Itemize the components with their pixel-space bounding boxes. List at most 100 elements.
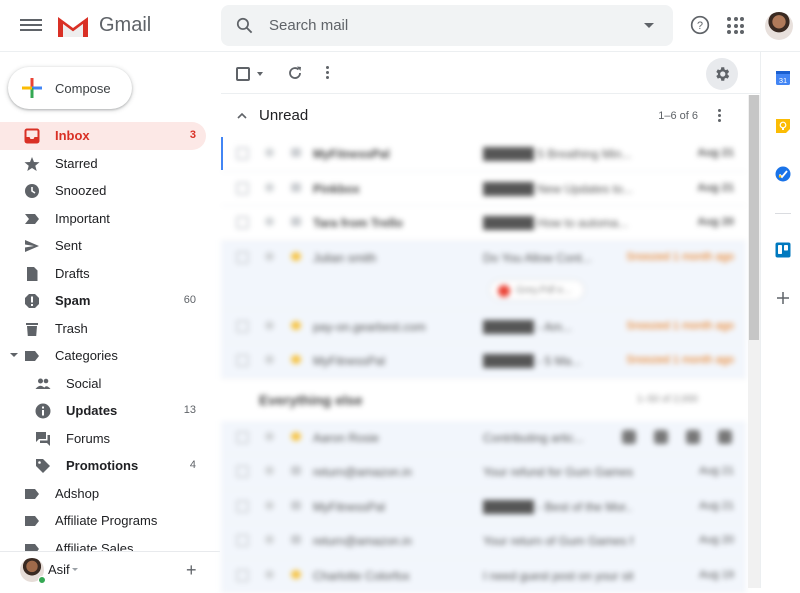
star-toggle-icon[interactable] [265, 466, 274, 475]
important-marker-icon[interactable] [291, 321, 301, 330]
expand-categories-icon[interactable] [10, 353, 18, 357]
row-checkbox[interactable] [236, 431, 249, 444]
sidebar-item-important[interactable]: Important [0, 205, 206, 233]
sidebar-item-categories[interactable]: Categories [0, 342, 206, 370]
row-checkbox[interactable] [236, 320, 249, 333]
sidebar-item-drafts[interactable]: Drafts [0, 260, 206, 288]
star-toggle-icon[interactable] [265, 432, 274, 441]
sidebar-item-trash[interactable]: Trash [0, 315, 206, 343]
sidebar-item-label: Social [66, 376, 101, 391]
gmail-logo-icon[interactable] [56, 13, 90, 39]
important-marker-icon[interactable] [291, 355, 301, 364]
search-bar[interactable] [221, 5, 673, 46]
refresh-icon[interactable] [287, 65, 303, 81]
compose-button[interactable]: Compose [8, 67, 132, 109]
user-name[interactable]: Asif [48, 562, 70, 577]
sidebar-item-inbox[interactable]: Inbox 3 [0, 122, 206, 150]
star-toggle-icon[interactable] [265, 183, 274, 192]
star-toggle-icon[interactable] [265, 570, 274, 579]
section-header-everything-else[interactable]: Everything else 1–50 of 2,000 [221, 379, 746, 421]
star-toggle-icon[interactable] [265, 355, 274, 364]
scrollbar-thumb[interactable] [749, 95, 759, 340]
sidebar-item-promotions[interactable]: Promotions 4 [0, 452, 206, 480]
apps-icon[interactable] [727, 17, 744, 34]
email-row[interactable]: Tara from Trello ██████ How to automa...… [221, 206, 746, 241]
delete-icon[interactable] [654, 430, 668, 444]
main-menu-button[interactable] [20, 16, 42, 36]
add-addon-icon[interactable] [775, 290, 791, 306]
archive-icon[interactable] [622, 430, 636, 444]
settings-button[interactable] [706, 58, 738, 90]
new-conversation-button[interactable]: + [186, 560, 197, 581]
email-row[interactable]: Aaron Rosie Contributing artic... [221, 421, 746, 456]
important-marker-icon[interactable] [291, 148, 301, 157]
star-toggle-icon[interactable] [265, 501, 274, 510]
mark-read-icon[interactable] [686, 430, 700, 444]
snooze-icon[interactable] [718, 430, 732, 444]
email-row[interactable]: return@amazon.in Your refund for Gum Gam… [221, 455, 746, 490]
tasks-icon[interactable] [775, 166, 791, 182]
search-options-icon[interactable] [644, 23, 654, 28]
sender: return@amazon.in [313, 534, 412, 548]
sidebar-item-social[interactable]: Social [0, 370, 206, 398]
email-row[interactable]: MyFitnessPal ██████ - Best of the Mor...… [221, 490, 746, 525]
more-icon[interactable] [326, 66, 330, 81]
account-avatar[interactable] [765, 12, 793, 40]
important-marker-icon[interactable] [291, 535, 301, 544]
email-row[interactable]: Pinkbox ██████ New Updates to... Aug 21 [221, 172, 746, 207]
sidebar-item-spam[interactable]: Spam 60 [0, 287, 206, 315]
row-checkbox[interactable] [236, 569, 249, 582]
calendar-icon[interactable]: 31 [775, 70, 791, 86]
row-checkbox[interactable] [236, 534, 249, 547]
important-marker-icon[interactable] [291, 570, 301, 579]
section-header-unread[interactable]: Unread 1–6 of 6 [221, 95, 746, 137]
sidebar-item-sent[interactable]: Sent [0, 232, 206, 260]
row-checkbox[interactable] [236, 354, 249, 367]
star-toggle-icon[interactable] [265, 252, 274, 261]
sidebar-item-snoozed[interactable]: Snoozed [0, 177, 206, 205]
important-marker-icon[interactable] [291, 466, 301, 475]
star-toggle-icon[interactable] [265, 217, 274, 226]
sender: pay-on.gearbest.com [313, 320, 426, 334]
important-marker-icon[interactable] [291, 501, 301, 510]
message-list-scrollbar[interactable] [748, 95, 760, 588]
star-toggle-icon[interactable] [265, 321, 274, 330]
row-checkbox[interactable] [236, 216, 249, 229]
star-toggle-icon[interactable] [265, 148, 274, 157]
row-checkbox[interactable] [236, 500, 249, 513]
sidebar-item-affiliate-sales[interactable]: Affiliate Sales [0, 535, 206, 553]
keep-icon[interactable] [775, 118, 791, 134]
row-checkbox[interactable] [236, 147, 249, 160]
select-all-checkbox[interactable] [236, 67, 250, 81]
trello-icon[interactable] [775, 242, 791, 258]
collapse-section-icon[interactable] [236, 110, 248, 122]
attachment-chip[interactable]: Grey.Pdf e... [489, 279, 585, 301]
sidebar-item-label: Sent [55, 238, 82, 253]
row-checkbox[interactable] [236, 251, 249, 264]
section-more-icon[interactable] [718, 109, 722, 124]
sidebar-item-starred[interactable]: Starred [0, 150, 206, 178]
sidebar-item-affiliate-programs[interactable]: Affiliate Programs [0, 507, 206, 535]
email-row[interactable]: MyFitnessPal ██████ 5 Breathing Min... A… [221, 137, 746, 172]
important-marker-icon[interactable] [291, 217, 301, 226]
status-dropdown-icon[interactable] [72, 568, 78, 571]
email-row[interactable]: MyFitnessPal ██████ - 5 Ma... Snoozed 1 … [221, 344, 746, 379]
label-icon [24, 486, 40, 502]
help-icon[interactable]: ? [690, 15, 710, 35]
email-row[interactable]: Julian smith Do You Allow Cont... Snooze… [221, 241, 746, 310]
search-input[interactable] [269, 5, 629, 46]
select-dropdown-icon[interactable] [257, 72, 263, 76]
important-marker-icon[interactable] [291, 252, 301, 261]
email-row[interactable]: return@amazon.in Your return of Gum Game… [221, 524, 746, 559]
sidebar-item-label: Important [55, 211, 110, 226]
search-icon[interactable] [235, 16, 254, 35]
email-row[interactable]: pay-on.gearbest.com ██████ - Am... Snooz… [221, 310, 746, 345]
sidebar-item-forums[interactable]: Forums [0, 425, 206, 453]
important-marker-icon[interactable] [291, 432, 301, 441]
sidebar-item-adshop[interactable]: Adshop [0, 480, 206, 508]
row-checkbox[interactable] [236, 465, 249, 478]
sidebar-item-updates[interactable]: Updates 13 [0, 397, 206, 425]
star-toggle-icon[interactable] [265, 535, 274, 544]
important-marker-icon[interactable] [291, 183, 301, 192]
row-checkbox[interactable] [236, 182, 249, 195]
